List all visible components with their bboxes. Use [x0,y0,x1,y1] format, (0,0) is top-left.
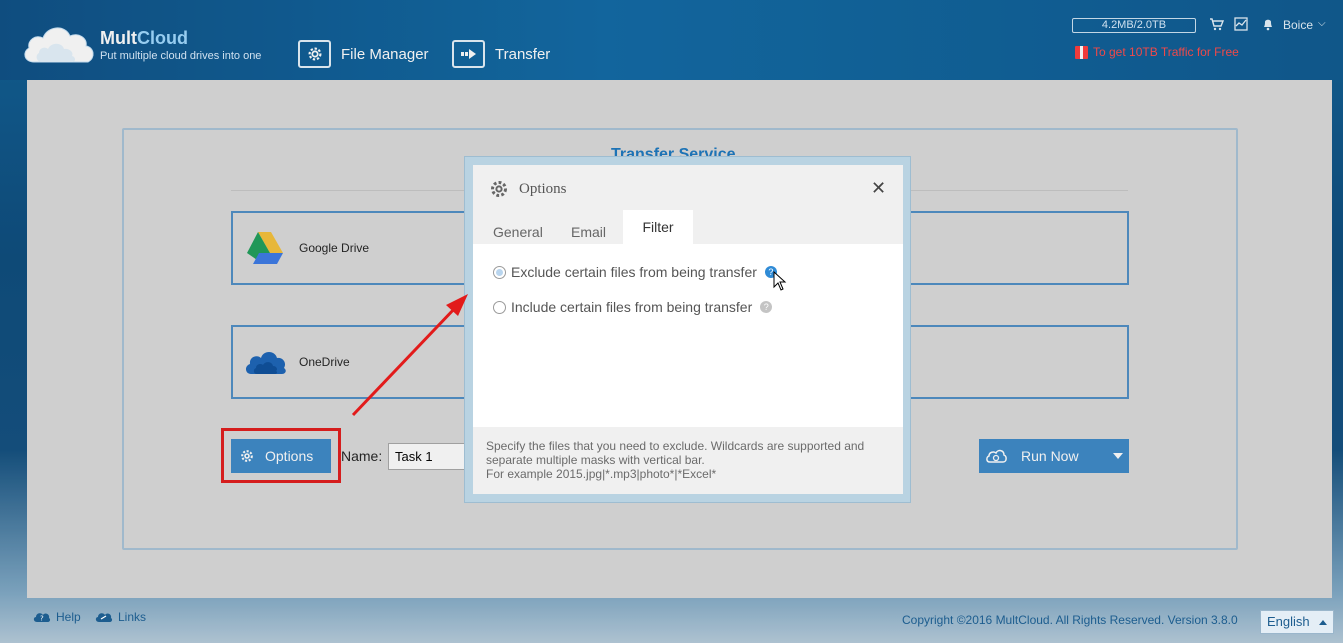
footer-help-link[interactable]: ? Help [33,610,81,624]
language-label: English [1267,614,1310,629]
cloud-help-icon: ? [33,613,51,623]
filter-hint-line: Specify the files that you need to exclu… [486,439,865,453]
exclude-option[interactable]: Exclude certain files from being transfe… [493,264,777,280]
options-dialog: Options ✕ General Email Filter Exclude c… [473,165,903,494]
include-label: Include certain files from being transfe… [511,299,753,315]
exclude-radio[interactable] [493,265,506,279]
dialog-tabs: General Email Filter [473,210,903,244]
filter-hint-example: For example 2015.jpg|*.mp3|photo*|*Excel… [486,467,717,481]
copyright-text: Copyright ©2016 MultCloud. All Rights Re… [902,613,1238,627]
tab-general[interactable]: General [493,224,543,240]
dialog-title: Options [489,179,567,199]
help-icon[interactable]: ? [760,301,773,313]
filter-panel: Exclude certain files from being transfe… [473,244,903,427]
dialog-title-text: Options [519,180,567,197]
filter-hint: Specify the files that you need to exclu… [486,439,891,481]
footer-links-label: Links [118,610,147,624]
gear-icon [491,181,507,197]
footer-help-label: Help [56,610,81,624]
exclude-label: Exclude certain files from being transfe… [511,264,757,280]
include-radio[interactable] [493,300,506,314]
mouse-pointer-icon [773,271,787,291]
tab-email[interactable]: Email [571,224,606,240]
footer-links-link[interactable]: Links [95,610,146,624]
language-select[interactable]: English [1260,610,1334,634]
tab-filter[interactable]: Filter [623,210,693,244]
include-option[interactable]: Include certain files from being transfe… [493,299,773,315]
chevron-up-icon [1319,620,1327,625]
close-icon[interactable]: ✕ [871,179,887,197]
filter-hint-line: separate multiple masks with vertical ba… [486,453,705,467]
cloud-link-icon [95,613,113,622]
svg-text:?: ? [40,615,44,623]
